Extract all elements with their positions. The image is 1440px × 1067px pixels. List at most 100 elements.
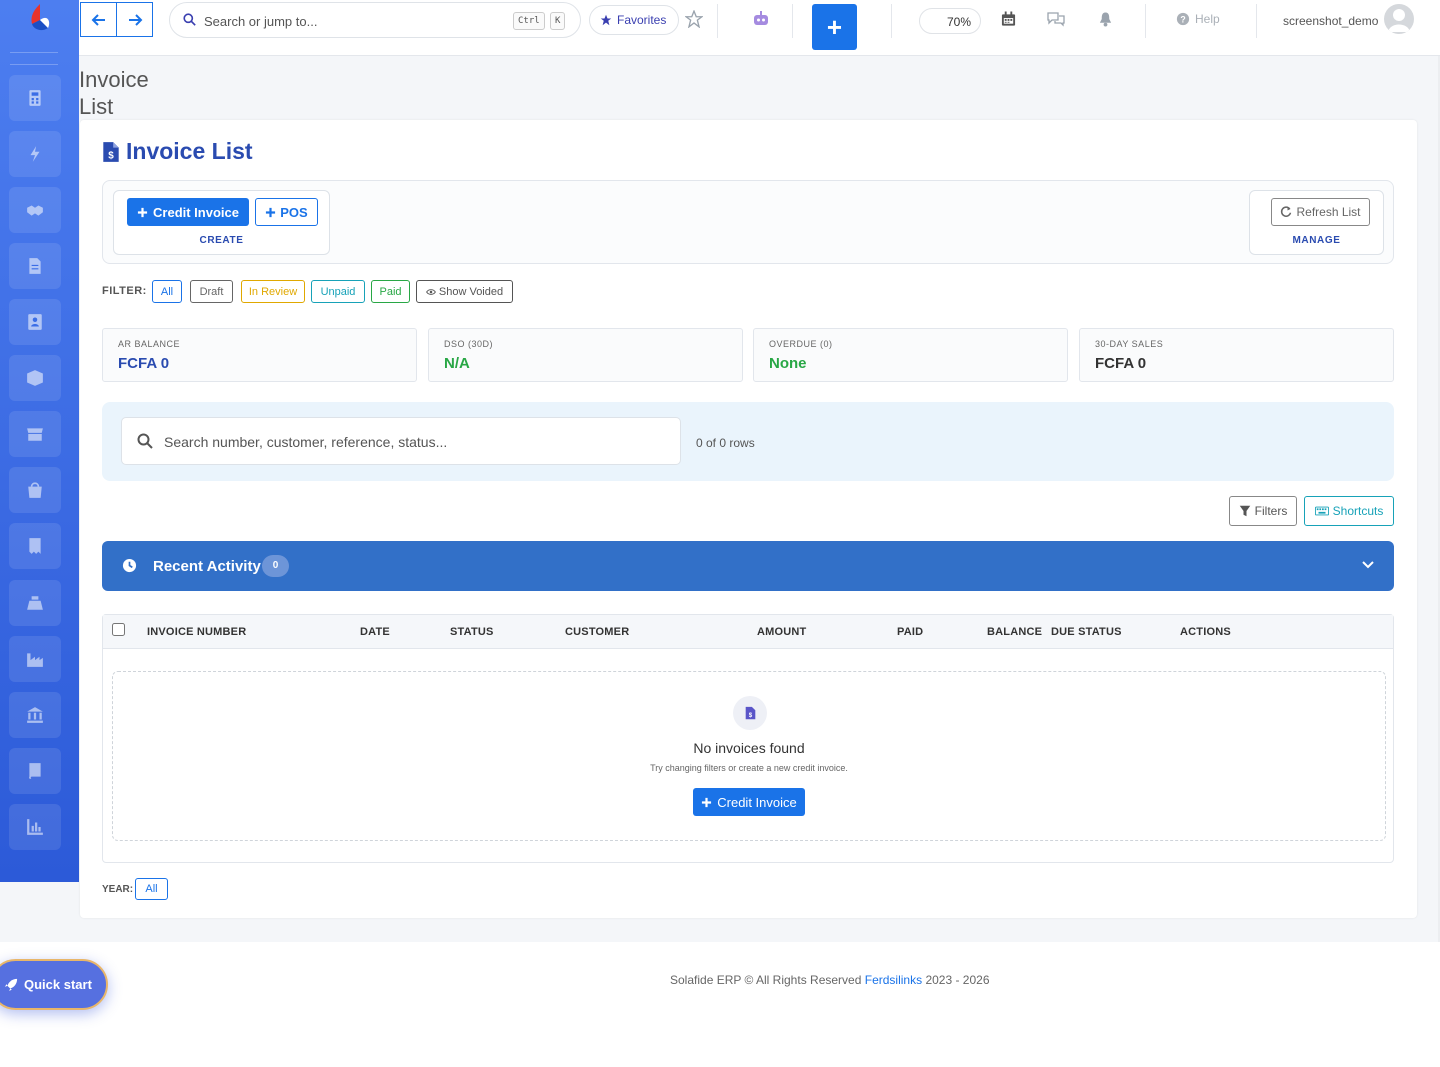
year-filter-label: YEAR: [102, 884, 134, 895]
plus-icon [266, 207, 276, 217]
table-header: INVOICE NUMBER DATE STATUS CUSTOMER AMOU… [103, 615, 1393, 649]
app-logo[interactable] [26, 2, 54, 34]
footer-years: 2023 - 2026 [925, 973, 990, 987]
sidebar-item-bolt[interactable] [9, 131, 61, 177]
keyboard-icon [1314, 506, 1329, 516]
zoom-level[interactable]: 70% [919, 8, 981, 34]
sidebar-item-document[interactable] [9, 243, 61, 289]
favorites-button[interactable]: Favorites [589, 5, 679, 35]
sidebar-item-industry[interactable] [9, 636, 61, 682]
column-status[interactable]: STATUS [450, 626, 494, 638]
invoice-icon: $ [103, 141, 119, 162]
empty-state-subtitle: Try changing filters or create a new cre… [650, 763, 848, 773]
cash-register-icon [27, 596, 43, 610]
global-search-input[interactable]: Search or jump to... Ctrl K [169, 2, 581, 38]
bell-icon[interactable] [1098, 11, 1113, 27]
topbar-divider [891, 4, 892, 38]
filter-label: FILTER: [102, 285, 147, 297]
pos-button[interactable]: POS [255, 198, 318, 226]
avatar[interactable] [1384, 4, 1414, 34]
rows-count: 0 of 0 rows [696, 436, 755, 450]
column-date[interactable]: DATE [360, 626, 390, 638]
column-amount[interactable]: AMOUNT [757, 626, 806, 638]
sidebar-item-cash-register[interactable] [9, 580, 61, 626]
stat-dso: DSO (30D) N/A [428, 328, 743, 382]
stat-overdue: OVERDUE (0) None [753, 328, 1068, 382]
star-outline-icon[interactable] [685, 10, 703, 28]
bank-icon [27, 707, 43, 723]
eye-icon [425, 288, 436, 295]
empty-state: $ No invoices found Try changing filters… [112, 671, 1386, 841]
credit-invoice-label: Credit Invoice [153, 204, 239, 220]
sidebar-item-receipt[interactable] [9, 523, 61, 569]
footer-text: Solafide ERP © All Rights Reserved Ferds… [670, 973, 990, 987]
card-title-text: Invoice List [126, 138, 253, 164]
footer-link[interactable]: Ferdsilinks [865, 973, 922, 987]
manage-group: Refresh List MANAGE [1249, 190, 1384, 255]
select-all-checkbox[interactable] [112, 623, 125, 636]
robot-icon[interactable] [752, 11, 770, 27]
shopping-bag-icon [28, 482, 42, 498]
sidebar-item-book[interactable] [9, 748, 61, 794]
sidebar-item-store[interactable] [9, 411, 61, 457]
search-panel: Search number, customer, reference, stat… [102, 402, 1394, 481]
filter-chip-unpaid[interactable]: Unpaid [311, 280, 365, 303]
invoice-search-placeholder: Search number, customer, reference, stat… [164, 434, 448, 450]
quick-start-button[interactable]: Quick start [0, 959, 108, 1010]
new-item-button[interactable]: + [812, 4, 857, 50]
column-invoice-number[interactable]: INVOICE NUMBER [147, 626, 246, 638]
back-button[interactable] [80, 2, 117, 37]
invoice-table: INVOICE NUMBER DATE STATUS CUSTOMER AMOU… [102, 614, 1394, 863]
sidebar-item-chart[interactable] [9, 804, 61, 850]
top-bar: Search or jump to... Ctrl K Favorites + … [79, 0, 1440, 56]
sidebar-divider [10, 64, 58, 65]
sidebar-item-bag[interactable] [9, 467, 61, 513]
credit-invoice-button[interactable]: Credit Invoice [127, 198, 249, 226]
filter-chip-paid[interactable]: Paid [371, 280, 410, 303]
filter-chip-show-voided[interactable]: Show Voided [416, 280, 513, 303]
recent-activity-title: Recent Activity [153, 558, 261, 575]
invoice-list-card: $ Invoice List Credit Invoice POS CREATE… [80, 120, 1417, 918]
empty-credit-invoice-button[interactable]: Credit Invoice [693, 788, 805, 816]
sidebar [0, 0, 79, 882]
sidebar-item-bank[interactable] [9, 692, 61, 738]
handshake-icon [27, 205, 43, 216]
show-voided-label: Show Voided [438, 285, 504, 298]
help-button[interactable]: ? Help [1176, 12, 1220, 26]
svg-text:$: $ [748, 712, 752, 719]
filter-chip-draft[interactable]: Draft [190, 280, 233, 303]
search-icon [183, 13, 196, 26]
recent-activity-header[interactable]: Recent Activity 0 [102, 541, 1394, 591]
page-heading: Invoice List [79, 67, 149, 119]
invoice-search-input[interactable]: Search number, customer, reference, stat… [121, 417, 681, 465]
refresh-list-button[interactable]: Refresh List [1271, 198, 1370, 226]
filter-chip-all[interactable]: All [152, 280, 182, 303]
sidebar-item-contact[interactable] [9, 299, 61, 345]
shortcuts-label: Shortcuts [1332, 504, 1384, 518]
global-search-placeholder: Search or jump to... [204, 14, 318, 29]
chat-icon[interactable] [1046, 11, 1066, 27]
column-due-status[interactable]: DUE STATUS [1051, 626, 1122, 638]
sidebar-item-handshake[interactable] [9, 187, 61, 233]
filters-button[interactable]: Filters [1229, 496, 1297, 526]
forward-button[interactable] [116, 2, 153, 37]
chevron-down-icon[interactable] [1362, 560, 1374, 570]
refresh-list-label: Refresh List [1296, 205, 1361, 219]
sidebar-item-calculator[interactable] [9, 75, 61, 121]
stat-value: N/A [444, 355, 470, 372]
pos-label: POS [280, 204, 308, 220]
calculator-icon [29, 90, 41, 106]
receipt-icon [29, 538, 41, 554]
username[interactable]: screenshot_demo [1283, 14, 1378, 28]
arrow-left-icon [91, 13, 105, 26]
shortcuts-button[interactable]: Shortcuts [1304, 496, 1394, 526]
sidebar-item-boxes[interactable] [9, 355, 61, 401]
year-chip-all[interactable]: All [135, 878, 168, 900]
calendar-icon[interactable] [1001, 11, 1016, 27]
column-paid[interactable]: PAID [897, 626, 923, 638]
column-customer[interactable]: CUSTOMER [565, 626, 629, 638]
filter-chip-in-review[interactable]: In Review [241, 280, 305, 303]
plus-icon [137, 207, 148, 217]
column-balance[interactable]: BALANCE [987, 626, 1042, 638]
stat-ar-balance: AR BALANCE FCFA 0 [102, 328, 417, 382]
